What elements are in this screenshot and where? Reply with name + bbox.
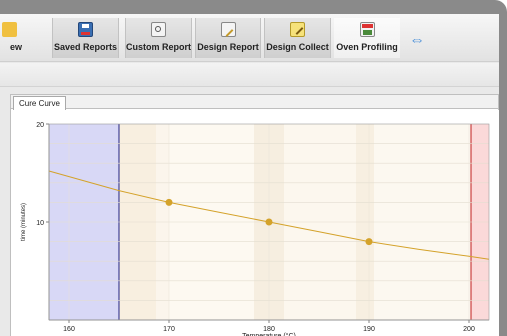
swap-button[interactable]: ⇔ xyxy=(402,18,432,58)
saved-reports-label: Saved Reports xyxy=(53,42,118,52)
oven-profiling-label: Oven Profiling xyxy=(336,42,398,52)
cure-data-point xyxy=(265,218,273,226)
custom-report-label: Custom Report xyxy=(126,42,191,52)
design-report-label: Design Report xyxy=(197,42,259,52)
ribbon-toolbar: ew Saved Reports Custom Report Design Re… xyxy=(0,14,499,62)
custom-report-button[interactable]: Custom Report xyxy=(125,18,192,58)
x-tick-label: 170 xyxy=(163,326,175,333)
ribbon-strip xyxy=(0,63,499,87)
tab-cure-curve[interactable]: Cure Curve xyxy=(13,96,66,110)
y-tick-label: 10 xyxy=(36,220,44,227)
toolbar-button-view[interactable]: ew xyxy=(0,18,42,58)
cure-curve-chart-area: 10 20 160 170 180 190 200 Temperature (°C) time … xyxy=(11,110,499,336)
save-icon xyxy=(78,22,93,37)
report-icon xyxy=(151,22,166,37)
x-tick-label: 200 xyxy=(463,326,475,333)
y-axis-title: time (minutes) xyxy=(21,203,27,241)
x-tick-label: 190 xyxy=(363,326,375,333)
y-tick-label: 20 xyxy=(36,122,44,129)
view-icon xyxy=(1,22,17,37)
tab-bar: Cure Curve xyxy=(11,95,498,110)
cure-curve-chart: 10 20 160 170 180 190 200 Temperature (°C) time … xyxy=(21,122,490,336)
design-collect-label: Design Collect xyxy=(266,42,329,52)
cure-data-point xyxy=(365,238,373,246)
saved-reports-button[interactable]: Saved Reports xyxy=(52,18,119,58)
design-report-icon xyxy=(220,22,236,37)
application-window: ew Saved Reports Custom Report Design Re… xyxy=(0,0,507,336)
cure-data-point xyxy=(165,198,173,206)
oven-profiling-button[interactable]: Oven Profiling xyxy=(334,18,400,58)
content-panel: Cure Curve 10 20 160 170 180 190 200 Temperatur… xyxy=(10,94,499,336)
design-collect-icon xyxy=(290,22,305,37)
oven-icon xyxy=(359,22,375,37)
x-tick-label: 160 xyxy=(63,326,75,333)
x-tick-label: 180 xyxy=(263,326,275,333)
design-report-button[interactable]: Design Report xyxy=(195,18,261,58)
x-axis-title: Temperature (°C) xyxy=(242,332,296,336)
swap-arrows-icon: ⇔ xyxy=(409,32,425,49)
design-collect-button[interactable]: Design Collect xyxy=(264,18,331,58)
toolbar-button-view-label: ew xyxy=(9,42,22,52)
